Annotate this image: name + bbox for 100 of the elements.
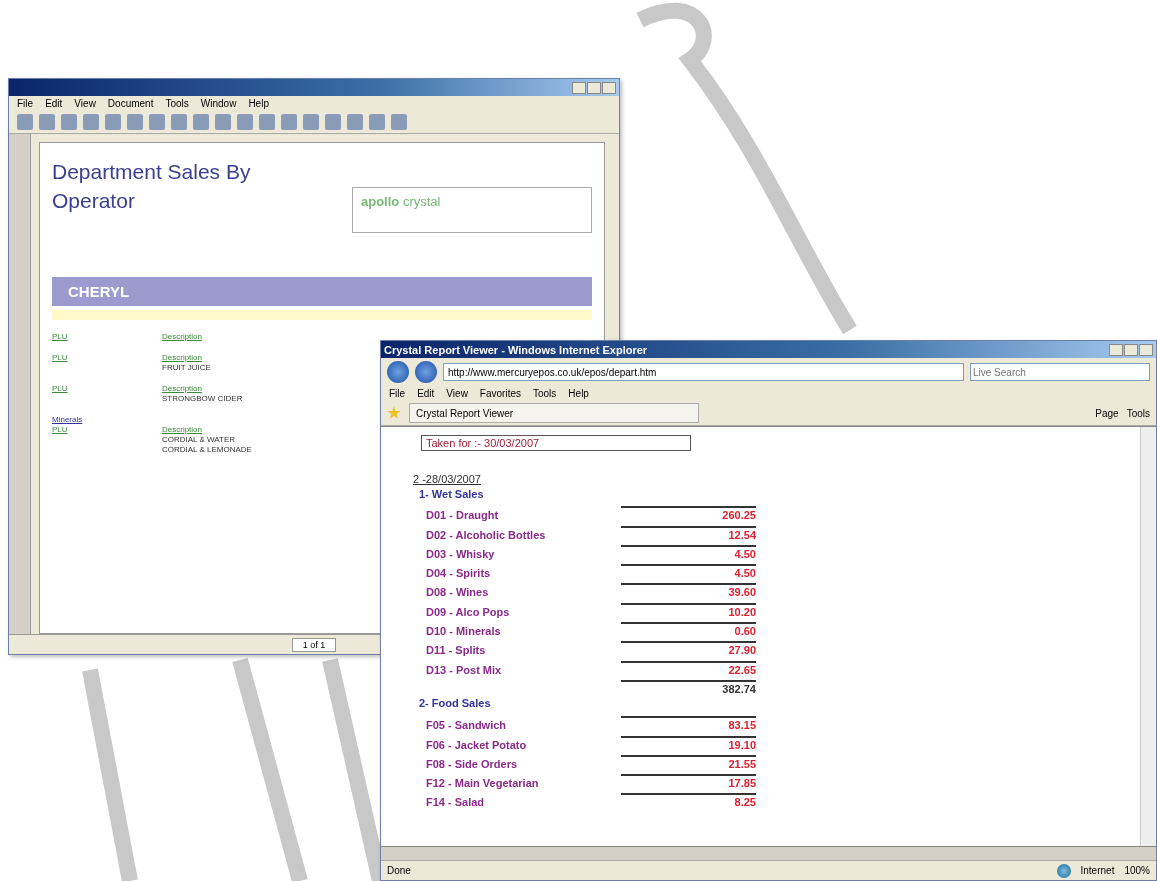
browser-tab[interactable]: Crystal Report Viewer [409, 403, 699, 423]
item-value: 83.15 [621, 716, 756, 732]
menu-item[interactable]: Tools [533, 388, 557, 399]
maximize-button[interactable] [1124, 343, 1138, 356]
item-value: 4.50 [621, 544, 756, 560]
toolbar-icon[interactable] [149, 114, 165, 130]
toolbar-icon[interactable] [215, 114, 231, 130]
menu-item[interactable]: Document [107, 98, 154, 109]
item-value: 4.50 [621, 564, 756, 580]
group-title: 1- Wet Sales [419, 486, 485, 502]
close-button[interactable] [1139, 343, 1153, 356]
toolbar-icon[interactable] [391, 114, 407, 130]
item-label: D10 - Minerals [425, 625, 502, 638]
menu-item[interactable]: View [446, 388, 468, 399]
status-text: Done [387, 865, 411, 876]
column-header: PLU [52, 353, 69, 362]
zoom-level[interactable]: 100% [1124, 865, 1150, 876]
item-label: F12 - Main Vegetarian [425, 777, 540, 790]
section-heading: Minerals [52, 415, 84, 424]
zone-text: Internet [1080, 865, 1115, 876]
column-header: Description [162, 332, 203, 341]
close-button[interactable] [602, 81, 616, 94]
toolbar-icon[interactable] [259, 114, 275, 130]
item-label: F08 - Side Orders [425, 757, 519, 770]
vertical-scrollbar[interactable] [1140, 427, 1156, 846]
menu-item[interactable]: File [17, 98, 34, 109]
report-date: 2 -28/03/2007 [413, 473, 482, 485]
minimize-button[interactable] [572, 81, 586, 94]
item-value: 12.54 [621, 525, 756, 541]
item-value: 17.85 [621, 774, 756, 790]
item-value: 10.20 [621, 602, 756, 618]
item-label: F14 - Salad [425, 796, 486, 809]
window-title: Crystal Report Viewer - Windows Internet Explorer [384, 343, 649, 356]
command-button[interactable]: Tools [1126, 407, 1150, 419]
toolbar-icon[interactable] [303, 114, 319, 130]
item-label: D04 - Spirits [425, 567, 492, 580]
toolbar-icon[interactable] [17, 114, 33, 130]
taken-for-field: Taken for :- 30/03/2007 [421, 435, 691, 451]
minimize-button[interactable] [1109, 343, 1123, 356]
column-header: Description [162, 353, 203, 362]
logo: apollo crystal [352, 187, 592, 233]
item-value: 21.55 [621, 754, 756, 770]
column-header: PLU [52, 425, 69, 434]
item-label: D09 - Alco Pops [425, 605, 511, 618]
toolbar-icon[interactable] [105, 114, 121, 130]
menu-item[interactable]: Window [200, 98, 237, 109]
menu-item[interactable]: File [389, 388, 406, 399]
forward-button[interactable] [415, 361, 437, 383]
item-label: D08 - Wines [425, 586, 490, 599]
toolbar-icon[interactable] [347, 114, 363, 130]
item-label: D13 - Post Mix [425, 663, 503, 676]
command-button[interactable]: Page [1095, 407, 1119, 419]
menu-item[interactable]: Help [568, 388, 589, 399]
report-title: Department Sales By Operator [52, 159, 252, 215]
toolbar-icon[interactable] [39, 114, 55, 130]
item-label: D02 - Alcoholic Bottles [425, 528, 547, 541]
column-header: Description [162, 425, 203, 434]
globe-icon [1056, 863, 1071, 878]
menu-item[interactable]: View [74, 98, 96, 109]
item-value: 39.60 [621, 583, 756, 599]
toolbar-icon[interactable] [171, 114, 187, 130]
menu-item[interactable]: Tools [165, 98, 189, 109]
item-value: 8.25 [621, 793, 756, 809]
back-button[interactable] [387, 361, 409, 383]
item-value: 27.90 [621, 641, 756, 657]
menu-item[interactable]: Favorites [479, 388, 521, 399]
toolbar-icon[interactable] [237, 114, 253, 130]
item-value: 22.65 [621, 660, 756, 676]
toolbar-icon[interactable] [83, 114, 99, 130]
toolbar-icon[interactable] [193, 114, 209, 130]
toolbar-icon[interactable] [325, 114, 341, 130]
item-label: F05 - Sandwich [425, 719, 508, 732]
operator-banner: CHERYL [52, 277, 592, 306]
group-total: 382.74 [621, 679, 756, 695]
item-label: D03 - Whisky [425, 547, 496, 560]
menu-item[interactable]: Edit [417, 388, 435, 399]
menu-item[interactable]: Edit [45, 98, 63, 109]
table-cell: FRUIT JUICE [162, 363, 211, 372]
column-header: PLU [52, 332, 69, 341]
toolbar-icon[interactable] [369, 114, 385, 130]
address-field[interactable]: http://www.mercuryepos.co.uk/epos/depart.htm [443, 363, 964, 381]
item-value: 0.60 [621, 622, 756, 638]
horizontal-scrollbar[interactable] [381, 846, 1156, 860]
item-label: D01 - Draught [425, 509, 500, 522]
page-number-field[interactable]: 1 of 1 [291, 637, 337, 652]
table-cell: STRONGBOW CIDER [162, 394, 243, 403]
item-label: F06 - Jacket Potato [425, 738, 528, 751]
toolbar-icon[interactable] [127, 114, 143, 130]
menu-item[interactable]: Help [248, 98, 269, 109]
item-value: 260.25 [621, 506, 756, 522]
maximize-button[interactable] [587, 81, 601, 94]
group-title: 2- Food Sales [419, 696, 492, 712]
search-field[interactable]: Live Search [970, 363, 1150, 381]
column-header: PLU [52, 384, 69, 393]
table-cell: CORDIAL & LEMONADE [162, 445, 252, 454]
item-label: D11 - Splits [425, 644, 487, 657]
item-value: 19.10 [621, 735, 756, 751]
toolbar-icon[interactable] [61, 114, 77, 130]
toolbar-icon[interactable] [281, 114, 297, 130]
table-cell: CORDIAL & WATER [162, 435, 236, 444]
